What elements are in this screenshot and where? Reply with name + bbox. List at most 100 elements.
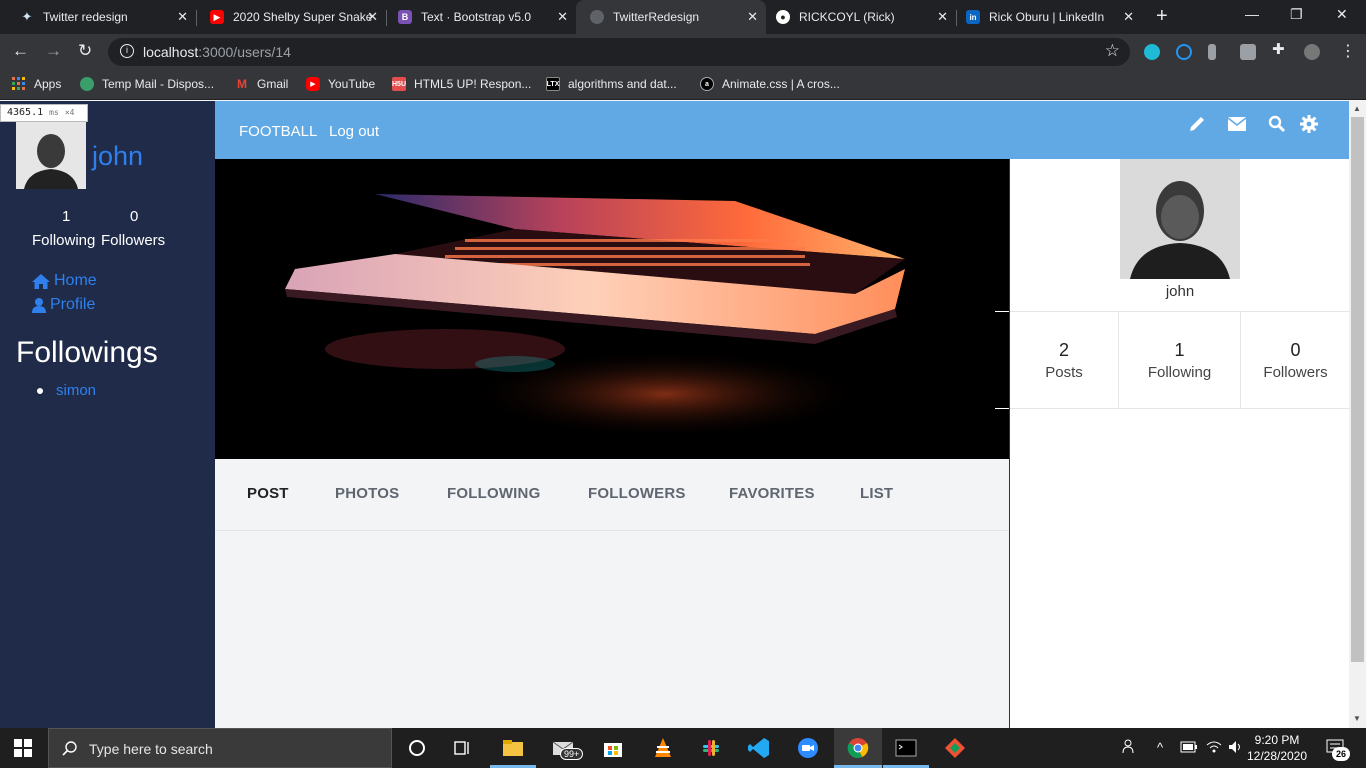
taskbar-search-box[interactable]: Type here to search [48,728,392,768]
scroll-down-arrow-icon[interactable]: ▼ [1353,714,1361,723]
browser-tab[interactable]: ✦ Twitter redesign ✕ [0,0,196,34]
close-tab-icon[interactable]: ✕ [937,9,948,25]
address-bar[interactable]: i localhost:3000/users/14 ☆ [108,38,1130,66]
bookmark-youtube[interactable]: ▶ YouTube [306,77,375,91]
scroll-thumb[interactable] [1351,117,1364,662]
nav-profile-label: Profile [50,296,96,313]
tab-photos[interactable]: PHOTOS [335,485,399,502]
github-favicon-icon: ● [776,10,790,24]
new-tab-icon[interactable]: + [1156,5,1168,28]
bookmark-temp-mail[interactable]: Temp Mail - Dispos... [80,77,214,91]
envelope-icon[interactable] [1228,117,1246,131]
vlc-icon[interactable] [652,737,674,759]
user-avatar[interactable] [16,121,86,189]
search-icon[interactable] [1268,115,1286,133]
tab-favorites[interactable]: FAVORITES [729,485,815,502]
posts-stat[interactable]: 2 Posts [1010,312,1118,408]
following-label[interactable]: Following [32,232,95,249]
left-sidebar: john 1 Following 0 Followers Home Profil… [0,101,215,728]
close-tab-icon[interactable]: ✕ [747,9,758,25]
windows-taskbar: Type here to search 99+ ^ 9:20 PM 12/28/… [0,728,1366,768]
people-icon[interactable] [1122,738,1138,754]
minimize-icon[interactable]: — [1245,6,1259,22]
username-link[interactable]: john [92,141,143,172]
vscode-icon[interactable] [748,737,770,759]
nav-home-link[interactable]: Home [32,272,97,290]
followers-label[interactable]: Followers [101,232,165,249]
show-hidden-icons-icon[interactable]: ^ [1157,740,1163,755]
forward-arrow-icon[interactable]: → [45,41,62,61]
store-icon[interactable] [602,737,624,759]
posts-count: 2 [1058,340,1069,360]
battery-icon[interactable] [1180,741,1198,753]
windows-start-icon[interactable] [14,739,32,757]
following-stat[interactable]: 1 Following [1119,312,1240,408]
git-kraken-icon[interactable] [944,737,966,759]
nav-profile-link[interactable]: Profile [32,296,95,314]
slack-icon[interactable] [700,737,722,759]
profile-name: john [1165,283,1195,300]
close-tab-icon[interactable]: ✕ [1123,9,1134,25]
extensions-puzzle-icon[interactable]: ✚ [1272,40,1288,58]
chrome-icon[interactable] [847,737,869,759]
followers-label: Followers [1263,364,1328,381]
user-icon [32,297,46,313]
browser-tab[interactable]: ▶ 2020 Shelby Super Snake ✕ [196,0,386,34]
task-view-icon[interactable] [452,737,474,759]
pencil-icon[interactable] [1188,115,1206,133]
cortana-icon[interactable] [406,737,428,759]
wifi-icon[interactable] [1206,740,1222,754]
close-tab-icon[interactable]: ✕ [177,9,188,25]
file-explorer-icon[interactable] [502,737,524,759]
zoom-icon[interactable] [797,737,819,759]
bookmark-gmail[interactable]: M Gmail [235,77,288,91]
site-info-icon[interactable]: i [120,44,134,58]
following-list-item[interactable]: simon [37,382,96,399]
url-text[interactable]: localhost:3000/users/14 [143,44,291,60]
bookmark-html5up[interactable]: H5U HTML5 UP! Respon... [392,77,531,91]
bookmark-animate-css[interactable]: a Animate.css | A cros... [700,77,840,91]
browser-tab-active[interactable]: TwitterRedesign ✕ [576,0,766,34]
back-arrow-icon[interactable]: ← [12,41,29,61]
tab-title: Twitter redesign [43,10,128,24]
reload-icon[interactable]: ↻ [78,41,92,61]
system-clock[interactable]: 9:20 PM 12/28/2020 [1238,732,1316,764]
following-username[interactable]: simon [56,382,96,399]
extension-m-icon[interactable] [1144,44,1160,60]
close-tab-icon[interactable]: ✕ [367,9,378,25]
window-close-icon[interactable]: ✕ [1336,6,1348,23]
browser-menu-icon[interactable]: ⋮ [1340,41,1356,61]
gmail-icon: M [237,77,247,91]
extension-camera-icon[interactable] [1240,44,1256,60]
browser-tab[interactable]: B Text · Bootstrap v5.0 ✕ [386,0,576,34]
browser-tab-strip: ✦ Twitter redesign ✕ ▶ 2020 Shelby Super… [0,0,1366,34]
perf-overlay: 4365.1 ms ×4 [0,104,88,122]
gear-icon[interactable] [1300,115,1318,133]
browser-tab[interactable]: in Rick Oburu | LinkedIn ✕ [956,0,1142,34]
tab-list[interactable]: LIST [860,485,893,502]
terminal-icon[interactable] [895,737,917,759]
profile-avatar[interactable] [1304,44,1320,60]
bookmark-algorithms[interactable]: LTX algorithms and dat... [546,77,677,91]
html5up-icon: H5U [392,77,406,91]
profile-tabs: POST PHOTOS FOLLOWING FOLLOWERS FAVORITE… [215,459,1009,531]
restore-icon[interactable]: ❐ [1290,6,1303,23]
tab-following[interactable]: FOLLOWING [447,485,540,502]
following-count: 1 [62,208,71,225]
bookmark-apps[interactable]: Apps [12,77,61,91]
tab-followers[interactable]: FOLLOWERS [588,485,686,502]
extension-c-icon[interactable] [1176,44,1192,60]
football-link[interactable]: FOOTBALL [239,123,317,140]
logout-link[interactable]: Log out [329,123,379,140]
close-tab-icon[interactable]: ✕ [557,9,568,25]
followers-stat[interactable]: 0 Followers [1241,312,1350,408]
profile-stats: 2 Posts 1 Following 0 Followers [1010,311,1350,409]
scroll-up-arrow-icon[interactable]: ▲ [1353,104,1361,113]
posts-content-area [215,532,1009,728]
bookmark-star-icon[interactable]: ☆ [1105,41,1120,61]
extension-bottle-icon[interactable] [1208,44,1216,60]
page-scrollbar[interactable]: ▲ ▼ [1349,101,1366,728]
mail-badge: 99+ [560,748,584,760]
tab-post[interactable]: POST [247,485,289,502]
browser-tab[interactable]: ● RICKCOYL (Rick) ✕ [766,0,956,34]
